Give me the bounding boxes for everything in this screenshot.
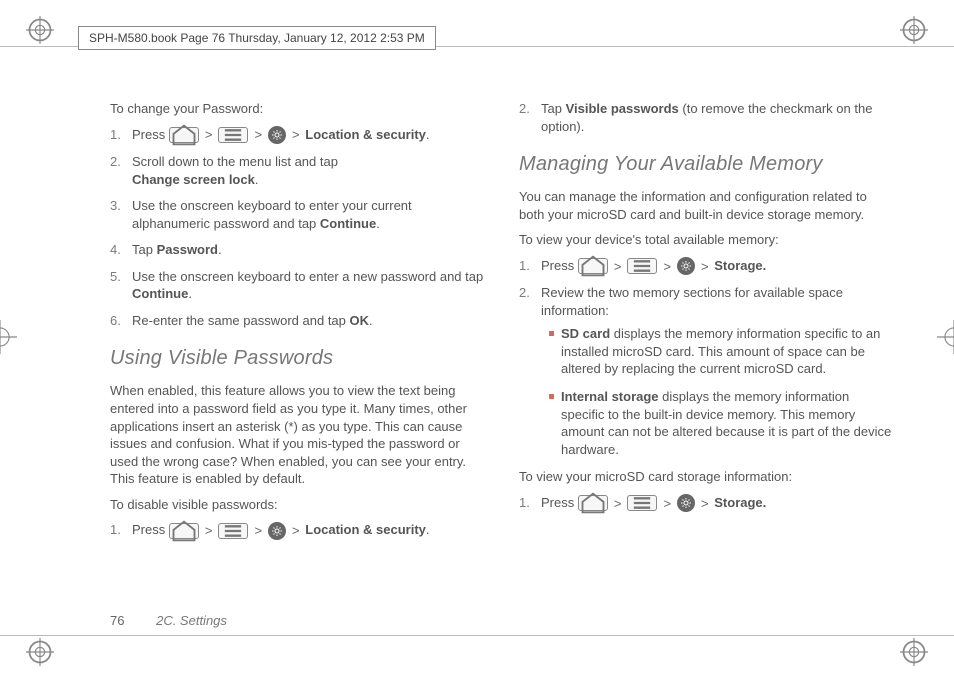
period: . — [188, 286, 192, 301]
section-label: Internal storage — [561, 389, 659, 404]
page-number: 76 — [110, 613, 124, 628]
header-page-info: SPH-M580.book Page 76 Thursday, January … — [78, 26, 436, 50]
menu-key-icon — [627, 495, 657, 511]
crop-cross-icon — [937, 320, 954, 354]
settings-gear-icon — [268, 522, 286, 540]
chevron-right-icon: > — [252, 522, 264, 540]
step-item: Tap Password. — [110, 241, 485, 259]
settings-gear-icon — [677, 494, 695, 512]
chevron-right-icon: > — [699, 258, 711, 276]
step-text: Press — [541, 258, 578, 273]
menu-label: Storage. — [714, 258, 766, 273]
step-text: Tap — [541, 101, 566, 116]
menu-label: Visible passwords — [566, 101, 679, 116]
button-label: Continue — [320, 216, 376, 231]
intro-disable-visible: To disable visible passwords: — [110, 496, 485, 514]
body-managing-memory: You can manage the information and confi… — [519, 188, 894, 223]
intro-change-password: To change your Password: — [110, 100, 485, 118]
chevron-right-icon: > — [661, 258, 673, 276]
menu-label: Change screen lock — [132, 172, 255, 187]
chevron-right-icon: > — [252, 126, 264, 144]
chevron-right-icon: > — [290, 126, 302, 144]
step-text: Tap — [132, 242, 157, 257]
settings-gear-icon — [677, 257, 695, 275]
button-label: Continue — [132, 286, 188, 301]
button-label: OK — [350, 313, 370, 328]
steps-disable-visible: Press > > > Location & security. — [110, 521, 485, 540]
menu-key-icon — [218, 127, 248, 143]
step-text: Re-enter the same password and tap — [132, 313, 350, 328]
section-label: SD card — [561, 326, 610, 341]
chevron-right-icon: > — [290, 522, 302, 540]
menu-label: Location & security — [305, 522, 426, 537]
menu-key-icon — [627, 258, 657, 274]
page-footer: 76 2C. Settings — [110, 613, 227, 628]
registration-mark-icon — [900, 638, 928, 666]
step-item: Press > > > Location & security. — [110, 126, 485, 145]
memory-sections-list: SD card displays the memory information … — [549, 325, 894, 458]
period: . — [376, 216, 380, 231]
body-visible-passwords: When enabled, this feature allows you to… — [110, 382, 485, 487]
chevron-right-icon: > — [203, 126, 215, 144]
step-item: Scroll down to the menu list and tap Cha… — [110, 153, 485, 188]
nav-sequence: > > > — [578, 494, 711, 512]
step-item: Review the two memory sections for avail… — [519, 284, 894, 458]
registration-mark-icon — [900, 16, 928, 44]
home-key-icon — [578, 495, 608, 511]
registration-mark-icon — [26, 16, 54, 44]
list-item: Internal storage displays the memory inf… — [549, 388, 894, 458]
step-item: Use the onscreen keyboard to enter a new… — [110, 268, 485, 303]
step-text: Press — [132, 522, 169, 537]
chevron-right-icon: > — [661, 495, 673, 513]
step-item: Re-enter the same password and tap OK. — [110, 312, 485, 330]
intro-view-total-memory: To view your device's total available me… — [519, 231, 894, 249]
step-item: Use the onscreen keyboard to enter your … — [110, 197, 485, 232]
heading-managing-memory: Managing Your Available Memory — [519, 151, 894, 178]
steps-view-sd: Press > > > Storage. — [519, 494, 894, 513]
chevron-right-icon: > — [612, 495, 624, 513]
period: . — [426, 127, 430, 142]
step-item: Tap Visible passwords (to remove the che… — [519, 100, 894, 135]
step-text: Scroll down to the menu list and tap — [132, 154, 338, 169]
home-key-icon — [169, 127, 199, 143]
step-item: Press > > > Location & security. — [110, 521, 485, 540]
nav-sequence: > > > — [578, 257, 711, 275]
crop-cross-icon — [0, 320, 17, 354]
settings-gear-icon — [268, 126, 286, 144]
nav-sequence: > > > — [169, 522, 302, 540]
step-item: Press > > > Storage. — [519, 257, 894, 276]
step-text: Press — [541, 495, 578, 510]
period: . — [255, 172, 259, 187]
column-left: To change your Password: Press > > > Loc… — [110, 100, 485, 602]
nav-sequence: > > > — [169, 126, 302, 144]
registration-mark-icon — [26, 638, 54, 666]
menu-label: Password — [157, 242, 218, 257]
menu-key-icon — [218, 523, 248, 539]
period: . — [369, 313, 373, 328]
page-content: To change your Password: Press > > > Loc… — [110, 100, 894, 602]
step-item: Press > > > Storage. — [519, 494, 894, 513]
crop-line — [0, 635, 954, 636]
steps-view-memory: Press > > > Storage. Review the two memo… — [519, 257, 894, 458]
chevron-right-icon: > — [612, 258, 624, 276]
chevron-right-icon: > — [699, 495, 711, 513]
steps-change-password: Press > > > Location & security. Scroll … — [110, 126, 485, 330]
home-key-icon — [578, 258, 608, 274]
step-text: Review the two memory sections for avail… — [541, 285, 843, 318]
section-title: 2C. Settings — [156, 613, 227, 628]
steps-disable-visible-cont: Tap Visible passwords (to remove the che… — [519, 100, 894, 135]
step-text: Use the onscreen keyboard to enter a new… — [132, 269, 483, 284]
period: . — [426, 522, 430, 537]
intro-view-sd-storage: To view your microSD card storage inform… — [519, 468, 894, 486]
home-key-icon — [169, 523, 199, 539]
menu-label: Storage. — [714, 495, 766, 510]
step-text: Press — [132, 127, 169, 142]
menu-label: Location & security — [305, 127, 426, 142]
heading-visible-passwords: Using Visible Passwords — [110, 345, 485, 372]
column-right: Tap Visible passwords (to remove the che… — [519, 100, 894, 602]
period: . — [218, 242, 222, 257]
list-item: SD card displays the memory information … — [549, 325, 894, 378]
chevron-right-icon: > — [203, 522, 215, 540]
